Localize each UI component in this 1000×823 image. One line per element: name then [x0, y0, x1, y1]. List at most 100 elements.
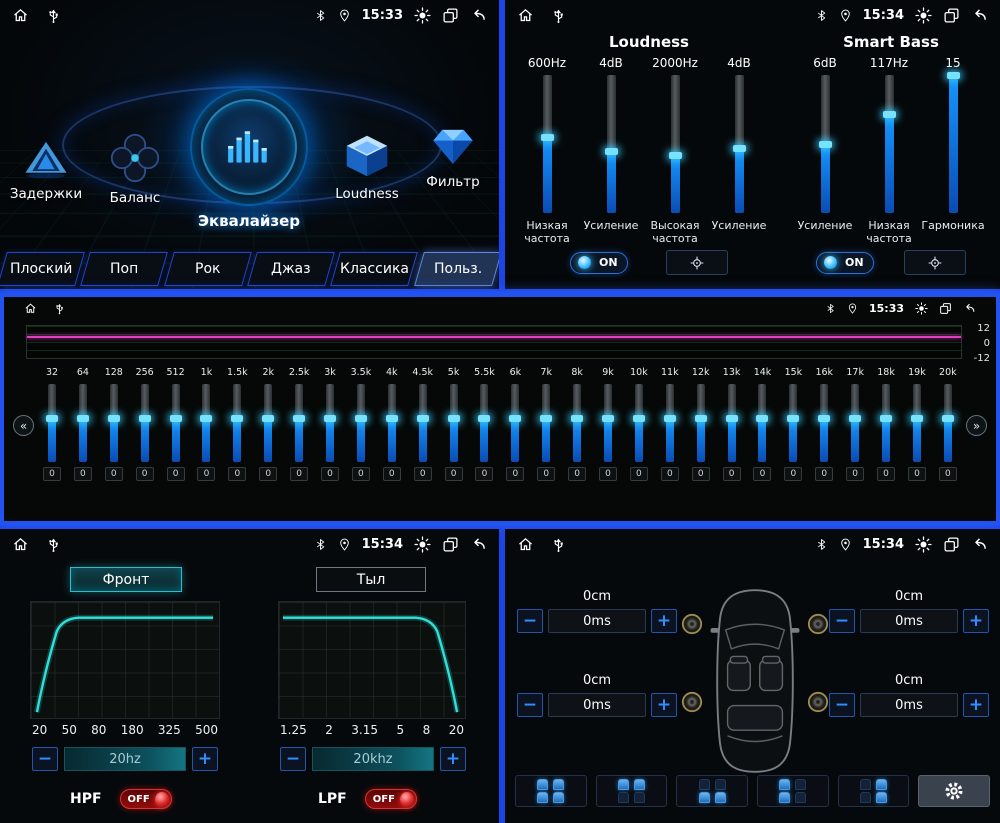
brightness-icon[interactable] [915, 7, 932, 24]
delay-plus-button[interactable]: + [963, 693, 989, 717]
vertical-slider[interactable] [885, 75, 894, 213]
band-slider[interactable] [542, 384, 550, 462]
band-slider-handle[interactable] [108, 415, 120, 422]
band-slider[interactable] [388, 384, 396, 462]
band-slider-handle[interactable] [695, 415, 707, 422]
tab-front[interactable]: Фронт [70, 567, 182, 592]
band-slider-handle[interactable] [602, 415, 614, 422]
listening-position-button[interactable] [596, 775, 668, 807]
band-slider[interactable] [604, 384, 612, 462]
band-slider[interactable] [882, 384, 890, 462]
home-icon[interactable] [12, 536, 29, 553]
listening-position-button[interactable] [757, 775, 829, 807]
band-slider-handle[interactable] [818, 415, 830, 422]
band-slider-handle[interactable] [880, 415, 892, 422]
vertical-slider[interactable] [607, 75, 616, 213]
delay-plus-button[interactable]: + [651, 609, 677, 633]
vertical-slider[interactable] [949, 75, 958, 213]
back-icon[interactable] [971, 7, 988, 24]
band-slider[interactable] [79, 384, 87, 462]
loudness-target-button[interactable] [666, 250, 728, 275]
loudness-on-toggle[interactable]: ON [570, 252, 628, 274]
band-slider-handle[interactable] [200, 415, 212, 422]
menu-item-delays[interactable]: Задержки [2, 138, 90, 202]
band-slider[interactable] [202, 384, 210, 462]
slider-handle[interactable] [947, 72, 960, 79]
page-right-button[interactable]: » [966, 415, 987, 436]
slider-handle[interactable] [669, 152, 682, 159]
band-slider[interactable] [326, 384, 334, 462]
smartbass-on-toggle[interactable]: ON [816, 252, 874, 274]
lpf-frequency-slider[interactable]: 20khz [312, 747, 434, 771]
band-slider[interactable] [944, 384, 952, 462]
band-slider-handle[interactable] [726, 415, 738, 422]
band-slider-handle[interactable] [571, 415, 583, 422]
slider-handle[interactable] [883, 111, 896, 118]
band-slider[interactable] [851, 384, 859, 462]
band-slider[interactable] [635, 384, 643, 462]
menu-item-equalizer[interactable] [190, 88, 308, 206]
band-slider-handle[interactable] [540, 415, 552, 422]
band-slider[interactable] [357, 384, 365, 462]
slider-handle[interactable] [733, 145, 746, 152]
brightness-icon[interactable] [915, 536, 932, 553]
band-slider-handle[interactable] [231, 415, 243, 422]
band-slider[interactable] [573, 384, 581, 462]
band-slider-handle[interactable] [756, 415, 768, 422]
delay-plus-button[interactable]: + [651, 693, 677, 717]
vertical-slider[interactable] [821, 75, 830, 213]
preset-classic[interactable]: Классика [330, 252, 418, 286]
band-slider-handle[interactable] [478, 415, 490, 422]
vertical-slider[interactable] [543, 75, 552, 213]
band-slider[interactable] [511, 384, 519, 462]
recents-icon[interactable] [939, 302, 952, 315]
band-slider-handle[interactable] [849, 415, 861, 422]
home-icon[interactable] [517, 536, 534, 553]
delay-minus-button[interactable]: − [517, 609, 543, 633]
preset-user[interactable]: Польз. [414, 252, 499, 286]
menu-item-balance[interactable]: Баланс [92, 132, 178, 206]
band-slider-handle[interactable] [262, 415, 274, 422]
delay-plus-button[interactable]: + [963, 609, 989, 633]
band-slider[interactable] [789, 384, 797, 462]
preset-jazz[interactable]: Джаз [247, 252, 335, 286]
delay-minus-button[interactable]: − [829, 609, 855, 633]
recents-icon[interactable] [943, 7, 960, 24]
band-slider-handle[interactable] [139, 415, 151, 422]
band-slider-handle[interactable] [942, 415, 954, 422]
band-slider[interactable] [264, 384, 272, 462]
band-slider[interactable] [820, 384, 828, 462]
band-slider[interactable] [110, 384, 118, 462]
delay-minus-button[interactable]: − [517, 693, 543, 717]
vertical-slider[interactable] [735, 75, 744, 213]
hpf-plus-button[interactable]: + [192, 747, 218, 771]
home-icon[interactable] [12, 7, 29, 24]
band-slider-handle[interactable] [664, 415, 676, 422]
recents-icon[interactable] [442, 536, 459, 553]
lpf-off-toggle[interactable]: OFF [365, 789, 417, 809]
band-slider-handle[interactable] [355, 415, 367, 422]
band-slider-handle[interactable] [386, 415, 398, 422]
band-slider[interactable] [419, 384, 427, 462]
hpf-off-toggle[interactable]: OFF [120, 789, 172, 809]
slider-handle[interactable] [605, 148, 618, 155]
slider-handle[interactable] [819, 141, 832, 148]
back-icon[interactable] [963, 302, 976, 315]
band-slider-handle[interactable] [448, 415, 460, 422]
band-slider-handle[interactable] [46, 415, 58, 422]
page-left-button[interactable]: « [13, 415, 34, 436]
band-slider[interactable] [480, 384, 488, 462]
lpf-plus-button[interactable]: + [440, 747, 466, 771]
preset-pop[interactable]: Поп [80, 252, 168, 286]
band-slider-handle[interactable] [170, 415, 182, 422]
home-icon[interactable] [517, 7, 534, 24]
band-slider[interactable] [172, 384, 180, 462]
vertical-slider[interactable] [671, 75, 680, 213]
recents-icon[interactable] [943, 536, 960, 553]
back-icon[interactable] [470, 7, 487, 24]
hpf-frequency-slider[interactable]: 20hz [64, 747, 186, 771]
band-slider-handle[interactable] [417, 415, 429, 422]
band-slider[interactable] [450, 384, 458, 462]
band-slider[interactable] [141, 384, 149, 462]
back-icon[interactable] [470, 536, 487, 553]
